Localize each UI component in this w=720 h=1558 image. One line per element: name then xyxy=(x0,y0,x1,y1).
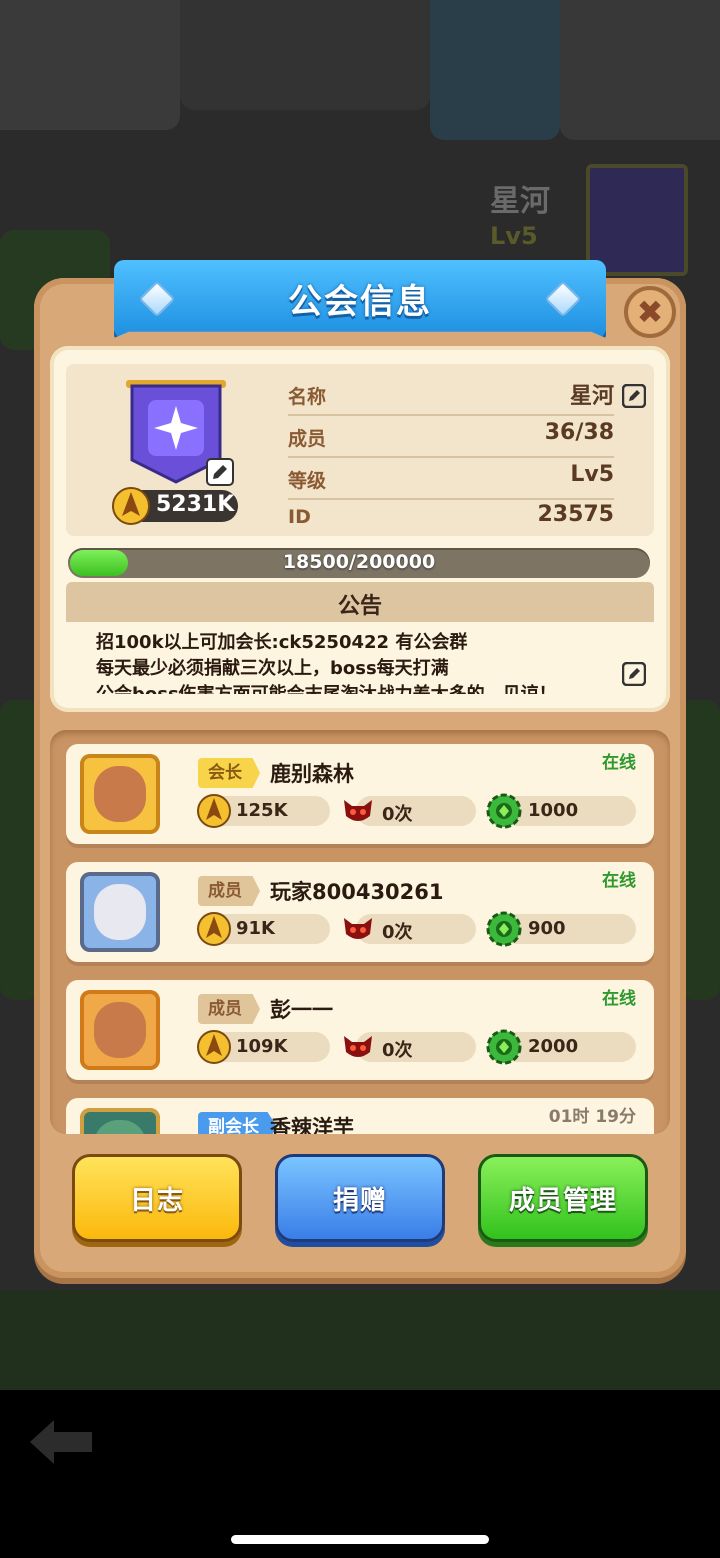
role-badge-member: 成员 xyxy=(198,876,260,906)
boss-demon-icon xyxy=(344,1036,372,1057)
combat-power-icon xyxy=(197,794,231,828)
member-boss-count: 0次 xyxy=(382,1040,413,1061)
notice-text: 招100k以上可加会长:ck5250422 有公会群 每天最少必须捐献三次以上，… xyxy=(66,622,654,694)
member-boss-count: 0次 xyxy=(382,922,413,943)
member-row[interactable]: 会长 鹿别森林 在线 125K 0次 1000 xyxy=(66,744,654,844)
member-row[interactable]: 副会长 香辣洋芋 01时 19分 xyxy=(66,1098,654,1134)
home-indicator[interactable] xyxy=(231,1535,489,1544)
guild-exp-progress-bar: 18500/200000 xyxy=(68,548,650,578)
notice-line: 招100k以上可加会长:ck5250422 有公会群 xyxy=(96,632,468,653)
boss-demon-icon xyxy=(344,800,372,821)
guild-members-label: 成员 xyxy=(288,428,327,450)
member-status: 01时 19分 xyxy=(548,1107,636,1127)
guild-power-value: 5231K xyxy=(156,492,235,517)
hero-portrait xyxy=(94,1002,146,1058)
member-management-button[interactable]: 成员管理 xyxy=(478,1154,648,1242)
role-badge-vice-leader: 副会长 xyxy=(198,1112,277,1134)
member-status: 在线 xyxy=(602,753,636,773)
member-avatar[interactable] xyxy=(80,990,160,1070)
edit-emblem-icon[interactable] xyxy=(206,458,234,486)
log-button-label: 日志 xyxy=(129,1185,184,1216)
background-guild-banner xyxy=(586,164,688,276)
member-row[interactable]: 成员 玩家800430261 在线 91K 0次 900 xyxy=(66,862,654,962)
dialog-title-ribbon: 公会信息 xyxy=(114,260,606,338)
close-button[interactable]: ✖ xyxy=(624,286,676,338)
member-power: 91K xyxy=(236,918,275,939)
notice-line: 每天最少必须捐献三次以上，boss每天打满 xyxy=(96,658,449,679)
member-management-button-label: 成员管理 xyxy=(508,1185,617,1216)
member-power: 109K xyxy=(236,1036,288,1057)
guild-members-value: 36/38 xyxy=(544,420,614,445)
member-name: 香辣洋芋 xyxy=(270,1116,354,1134)
guild-members-row: 成员 36/38 xyxy=(288,416,614,458)
background-guild-level: Lv5 xyxy=(490,222,538,250)
hero-portrait xyxy=(94,766,146,822)
notice-header: 公告 xyxy=(66,582,654,622)
member-contribution: 900 xyxy=(528,918,566,939)
guild-id-row: ID 23575 xyxy=(288,498,614,538)
member-avatar[interactable] xyxy=(80,872,160,952)
role-badge-leader: 会长 xyxy=(198,758,260,788)
member-avatar[interactable] xyxy=(80,1108,160,1134)
member-name: 玩家800430261 xyxy=(270,880,444,904)
guild-level-value: Lv5 xyxy=(570,462,614,487)
system-navigation-bar xyxy=(0,1390,720,1558)
background-guild-name: 星河 xyxy=(490,184,550,219)
combat-power-icon xyxy=(112,487,150,525)
role-badge-member: 成员 xyxy=(198,994,260,1024)
member-contribution: 1000 xyxy=(528,800,579,821)
member-name: 彭一一 xyxy=(270,998,333,1022)
guild-name-value: 星河 xyxy=(569,384,614,409)
donate-button-label: 捐赠 xyxy=(332,1185,387,1216)
guild-name-row: 名称 星河 xyxy=(288,374,614,416)
member-contribution: 2000 xyxy=(528,1036,579,1057)
hero-portrait xyxy=(94,1120,146,1134)
guild-level-row: 等级 Lv5 xyxy=(288,458,614,500)
close-icon: ✖ xyxy=(636,293,664,331)
notice-title: 公告 xyxy=(337,594,382,619)
guild-exp-text: 18500/200000 xyxy=(282,551,436,573)
dialog-title: 公会信息 xyxy=(288,282,432,322)
guild-level-label: 等级 xyxy=(288,470,327,492)
contribution-gear-icon xyxy=(486,911,522,947)
contribution-gear-icon xyxy=(486,793,522,829)
member-name: 鹿别森林 xyxy=(270,762,354,786)
member-status: 在线 xyxy=(602,989,636,1009)
guild-name-label: 名称 xyxy=(288,386,327,408)
member-avatar[interactable] xyxy=(80,754,160,834)
member-list[interactable]: 会长 鹿别森林 在线 125K 0次 1000 成员 玩家800430261 在… xyxy=(50,730,670,1134)
edit-notice-icon[interactable] xyxy=(622,662,646,686)
contribution-pill xyxy=(502,914,636,944)
back-arrow-icon[interactable] xyxy=(28,1414,98,1470)
guild-id-value: 23575 xyxy=(537,502,614,527)
log-button[interactable]: 日志 xyxy=(72,1154,242,1242)
contribution-gear-icon xyxy=(486,1029,522,1065)
notice-line: 公会boss伤害方面可能会末尾淘汰战力差太多的，见谅！ xyxy=(96,680,557,694)
guild-id-label: ID xyxy=(288,506,311,528)
member-power: 125K xyxy=(236,800,288,821)
member-row[interactable]: 成员 彭一一 在线 109K 0次 2000 xyxy=(66,980,654,1080)
donate-button[interactable]: 捐赠 xyxy=(275,1154,445,1242)
member-status: 在线 xyxy=(602,871,636,891)
hero-portrait xyxy=(94,884,146,940)
combat-power-icon xyxy=(197,1030,231,1064)
boss-demon-icon xyxy=(344,918,372,939)
edit-name-icon[interactable] xyxy=(622,384,646,408)
combat-power-icon xyxy=(197,912,231,946)
member-boss-count: 0次 xyxy=(382,804,413,825)
